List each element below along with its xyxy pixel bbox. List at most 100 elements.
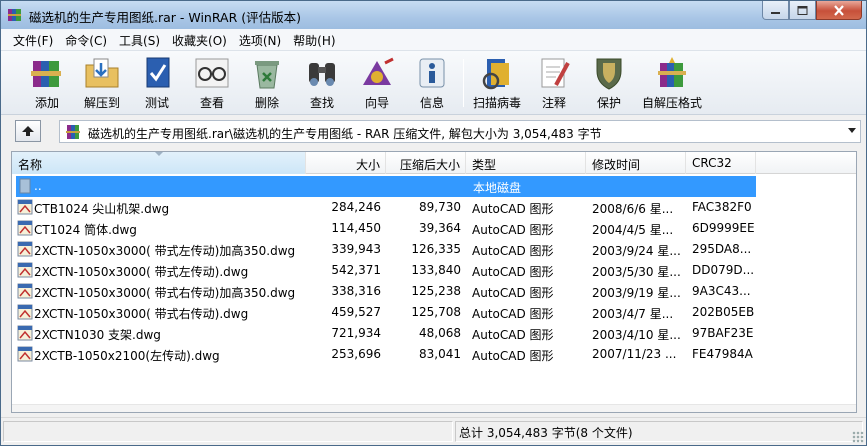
file-row[interactable]: 2XCTB-1050x2100(左传动).dwg 253,696 83,041 Aut… [12, 344, 856, 365]
column-crc[interactable]: CRC32 [686, 152, 756, 174]
file-name: CTB1024 尖山机架.dwg [34, 202, 170, 216]
test-button[interactable]: 测试 [129, 55, 185, 111]
sfx-button[interactable]: 自解压格式 [642, 55, 702, 111]
status-pane-left [3, 421, 453, 442]
file-size: 253,696 [331, 347, 381, 361]
recycle-bin-icon [255, 61, 279, 89]
dwg-file-icon [17, 220, 33, 236]
file-crc: 97BAF23E [692, 326, 754, 340]
delete-label: 删除 [254, 96, 279, 110]
binoculars-icon [309, 63, 335, 86]
file-size: 338,316 [331, 284, 381, 298]
file-packed-size: 83,041 [419, 347, 461, 361]
menu-file[interactable]: 文件(F) [7, 29, 59, 50]
virus-scan-button[interactable]: 扫描病毒 [469, 55, 525, 111]
up-folder-button[interactable] [15, 120, 41, 142]
menu-help[interactable]: 帮助(H) [287, 29, 341, 50]
column-type-label: 类型 [472, 158, 497, 172]
add-archive-icon [31, 61, 61, 87]
menu-commands[interactable]: 命令(C) [59, 29, 113, 50]
comment-button[interactable]: 注释 [526, 55, 582, 111]
test-book-icon [146, 57, 170, 88]
address-bar: 磁选机的生产专用图纸.rar\磁选机的生产专用图纸 - RAR 压缩文件, 解包… [1, 117, 866, 147]
column-name-label: 名称 [18, 158, 43, 172]
menu-tools[interactable]: 工具(S) [113, 29, 166, 50]
protect-button[interactable]: 保护 [581, 55, 637, 111]
file-row[interactable]: 2XCTN-1050x3000( 带式左传动)加高350.dwg 339,943 1… [12, 239, 856, 260]
dwg-file-icon [17, 325, 33, 341]
file-name: CT1024 筒体.dwg [34, 223, 137, 237]
file-list[interactable]: 名称 大小 压缩后大小 类型 修改时间 CRC32 .. 本地磁盘 CTB102… [11, 151, 857, 413]
file-packed-size: 125,708 [411, 305, 461, 319]
find-button[interactable]: 查找 [294, 55, 350, 111]
minimize-icon [771, 11, 780, 14]
file-type: AutoCAD 图形 [472, 244, 554, 258]
dwg-file-icon [17, 262, 33, 278]
extract-folder-icon [85, 58, 119, 88]
wizard-button[interactable]: 向导 [349, 55, 405, 111]
file-packed-size: 39,364 [419, 221, 461, 235]
file-size: 542,371 [331, 263, 381, 277]
status-summary: 总计 3,054,483 字节(8 个文件) [459, 426, 633, 440]
minimize-button[interactable] [762, 1, 789, 20]
add-button[interactable]: 添加 [19, 55, 75, 111]
dwg-file-icon [17, 199, 33, 215]
winrar-books-icon [8, 9, 21, 21]
sfx-label: 自解压格式 [642, 96, 703, 110]
maximize-button[interactable] [789, 1, 816, 20]
info-button[interactable]: 信息 [404, 55, 460, 111]
column-name[interactable]: 名称 [12, 152, 306, 174]
sfx-archive-icon [658, 57, 686, 87]
view-glasses-icon [195, 58, 229, 88]
find-label: 查找 [309, 96, 334, 110]
parent-folder-row[interactable]: .. 本地磁盘 [16, 176, 756, 197]
menu-bar: 文件(F) 命令(C) 工具(S) 收藏夹(O) 选项(N) 帮助(H) [1, 29, 866, 51]
file-crc: 295DA8... [692, 242, 752, 256]
column-type[interactable]: 类型 [466, 152, 586, 174]
column-packed[interactable]: 压缩后大小 [386, 152, 466, 174]
file-row[interactable]: CT1024 筒体.dwg 114,450 39,364 AutoCAD 图形 2004… [12, 218, 856, 239]
chevron-down-icon[interactable] [848, 128, 856, 133]
menu-options[interactable]: 选项(N) [233, 29, 287, 50]
file-size: 114,450 [331, 221, 381, 235]
file-type: AutoCAD 图形 [472, 349, 554, 363]
file-crc: 6D9999EE [692, 221, 755, 235]
dwg-file-icon [17, 304, 33, 320]
delete-button[interactable]: 删除 [239, 55, 295, 111]
file-modified: 2003/5/30 星... [592, 265, 681, 279]
file-row[interactable]: 2XCTN-1050x3000( 带式左传动).dwg 542,371 133,84… [12, 260, 856, 281]
virus-scan-label: 扫描病毒 [472, 96, 521, 110]
file-packed-size: 48,068 [419, 326, 461, 340]
file-crc: FE47984A [692, 347, 753, 361]
info-label: 信息 [419, 96, 444, 110]
file-modified: 2008/6/6 星... [592, 202, 674, 216]
title-bar[interactable]: 磁选机的生产专用图纸.rar - WinRAR (评估版本) [1, 1, 866, 29]
close-button[interactable] [816, 1, 862, 20]
parent-folder-type: 本地磁盘 [473, 181, 522, 195]
file-row[interactable]: 2XCTN1030 支架.dwg 721,934 48,068 AutoCAD 图形 2… [12, 323, 856, 344]
file-row[interactable]: 2XCTN-1050x3000( 带式右传动)加高350.dwg 338,316 1… [12, 281, 856, 302]
comment-pencil-icon [541, 58, 570, 88]
extract-to-button[interactable]: 解压到 [74, 55, 130, 111]
resize-grip-icon[interactable] [852, 431, 864, 443]
file-type: AutoCAD 图形 [472, 265, 554, 279]
test-label: 测试 [144, 96, 169, 110]
horizontal-scrollbar[interactable] [12, 404, 856, 412]
file-row[interactable]: CTB1024 尖山机架.dwg 284,246 89,730 AutoCAD 图形 2… [12, 197, 856, 218]
close-icon [834, 4, 844, 16]
column-size[interactable]: 大小 [306, 152, 386, 174]
file-name: 2XCTB-1050x2100(左传动).dwg [34, 349, 220, 363]
path-dropdown[interactable]: 磁选机的生产专用图纸.rar\磁选机的生产专用图纸 - RAR 压缩文件, 解包… [59, 120, 861, 143]
view-button[interactable]: 查看 [184, 55, 240, 111]
column-modified[interactable]: 修改时间 [586, 152, 686, 174]
file-modified: 2007/11/23 ... [592, 347, 677, 361]
file-row[interactable]: 2XCTN-1050x3000( 带式右传动).dwg 459,527 125,70… [12, 302, 856, 323]
file-size: 721,934 [331, 326, 381, 340]
menu-favorites[interactable]: 收藏夹(O) [166, 29, 233, 50]
file-modified: 2003/4/7 星... [592, 307, 674, 321]
dwg-file-icon [17, 283, 33, 299]
window-title: 磁选机的生产专用图纸.rar - WinRAR (评估版本) [29, 10, 301, 25]
file-type: AutoCAD 图形 [472, 307, 554, 321]
file-packed-size: 89,730 [419, 200, 461, 214]
file-name: 2XCTN-1050x3000( 带式右传动).dwg [34, 307, 249, 321]
